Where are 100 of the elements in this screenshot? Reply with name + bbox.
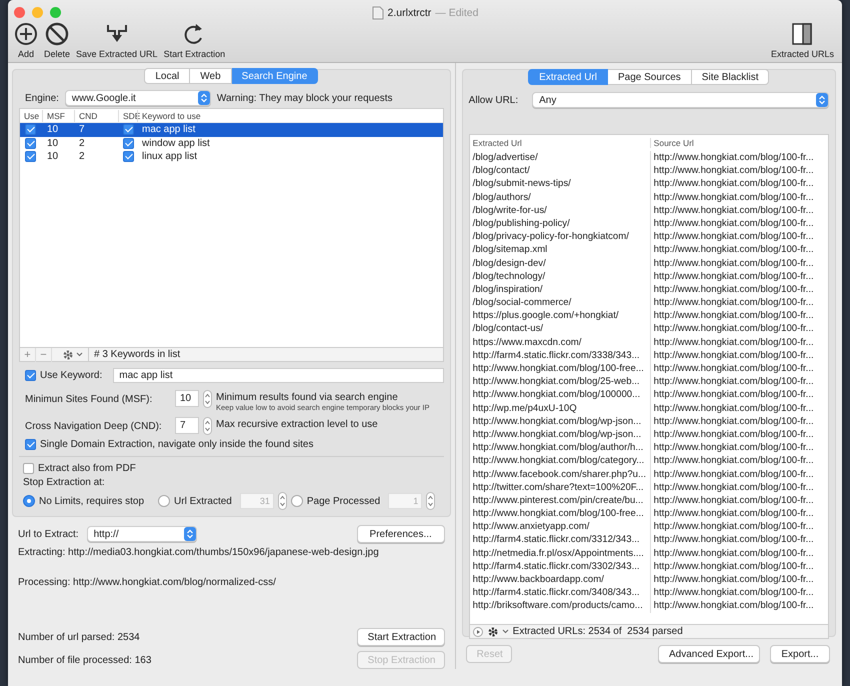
column-header[interactable]: Extracted Url [470, 138, 650, 148]
chevron-updown-icon [816, 93, 828, 107]
column-header[interactable]: Use [20, 110, 42, 122]
table-cell-text: /blog/inspiration/ [472, 282, 544, 296]
url-label: Url to Extract: [18, 528, 79, 540]
stepper-icon[interactable] [426, 492, 436, 510]
checkbox[interactable] [123, 151, 134, 162]
table-cell-text: 2 [79, 151, 86, 162]
engine-dropdown[interactable]: www.Google.it [64, 90, 211, 106]
play-icon[interactable] [472, 626, 483, 636]
table-cell-text: /blog/contact-us/ [472, 322, 544, 336]
results-count: Extracted URLs: 2534 of 2534 parsed [512, 626, 683, 637]
table-row[interactable]: 10 2 linux app list [20, 150, 443, 164]
checkbox[interactable] [123, 124, 134, 136]
table-cell: http://www.hongkiat.com/blog/100-fr... [650, 177, 828, 191]
table-cell-text: /blog/write-for-us/ [472, 204, 548, 217]
table-cell-text: http://www.anxietyapp.com/ [472, 520, 590, 534]
checkbox[interactable] [25, 124, 36, 136]
sidebar-icon [790, 22, 814, 46]
table-cell: http://www.hongkiat.com/blog/100-fr... [650, 190, 828, 204]
column-header[interactable]: CND [74, 110, 118, 122]
radio-option[interactable]: Url Extracted [158, 495, 232, 507]
tab[interactable]: Local [144, 68, 190, 84]
table-cell-text: http://www.pinterest.com/pin/create/bu... [472, 494, 644, 508]
table-cell-text: 2 [79, 138, 86, 149]
toolbar-button[interactable]: Add [12, 22, 40, 59]
toolbar-button[interactable]: Save Extracted URL [74, 22, 160, 59]
table-cell: http://www.hongkiat.com/blog/100-fr... [650, 599, 828, 613]
hint-text: Max recursive extraction level to use [216, 419, 378, 430]
table-cell-text: http://www.facebook.com/sharer.php?u... [472, 468, 647, 481]
gear-menu-button[interactable] [486, 626, 509, 638]
table-cell-text: /blog/technology/ [472, 270, 546, 283]
gear-icon [486, 626, 499, 638]
table-cell-text: http://www.hongkiat.com/blog/100000... [472, 388, 642, 402]
allow-url-label: Allow URL: [468, 94, 518, 106]
table-cell-text: http://twitter.com/share?text=100%20F... [472, 480, 645, 494]
keyword-field[interactable]: mac app list [113, 368, 444, 383]
table-cell-text: http://www.hongkiat.com/blog/author/h... [472, 441, 644, 454]
table-cell-text: http://www.hongkiat.com/blog/100-free... [472, 507, 645, 520]
table-cell: http://www.hongkiat.com/blog/100-fr... [650, 520, 828, 534]
checkbox[interactable] [25, 151, 36, 162]
table-cell-text: http://www.hongkiat.com/blog/category... [472, 454, 646, 468]
table-cell-text: 10 [47, 151, 60, 162]
preferences-button[interactable]: Preferences... [356, 525, 445, 543]
tab[interactable]: Site Blacklist [692, 69, 770, 85]
table-cell: http://www.hongkiat.com/blog/100-fr... [650, 164, 828, 178]
allow-url-dropdown[interactable]: Any [532, 92, 829, 108]
window-title: 2.urlxtrctr [388, 7, 432, 19]
table-cell-text: http://www.backboardapp.com/ [472, 573, 605, 586]
table-cell: http://www.hongkiat.com/blog/100-fr... [650, 296, 828, 310]
table-cell-text: mac app list [142, 124, 196, 136]
stepper-icon[interactable] [203, 390, 212, 408]
prohibited-icon [45, 22, 69, 46]
table-cell: http://www.hongkiat.com/blog/100-fr... [650, 414, 828, 428]
toolbar-button[interactable]: Start Extraction [162, 22, 228, 59]
table-cell-text: linux app list [142, 151, 198, 162]
toolbar-button[interactable]: Delete [42, 22, 72, 59]
url-dropdown[interactable]: http:// [86, 526, 197, 542]
pdf-checkbox[interactable]: Extract also from PDF [23, 463, 136, 474]
stepper-icon[interactable] [278, 492, 287, 510]
tab[interactable]: Web [190, 68, 232, 84]
table-cell-text: /blog/publishing-policy/ [472, 216, 571, 230]
table-cell-text: /blog/advertise/ [472, 151, 539, 164]
tab[interactable]: Page Sources [608, 69, 692, 85]
start-extraction-button[interactable]: Start Extraction [356, 628, 445, 646]
checkbox[interactable] [25, 138, 36, 149]
table-cell-text: /blog/social-commerce/ [472, 296, 572, 310]
processing-status: Processing: http://www.hongkiat.com/blog/normalized-css/ [18, 577, 277, 588]
table-cell: http://www.hongkiat.com/blog/100-fr... [650, 546, 828, 560]
table-cell: http://www.hongkiat.com/blog/100-fr... [650, 282, 828, 296]
table-cell-text: /blog/design-dev/ [472, 256, 547, 270]
radio-option[interactable]: No Limits, requires stop [23, 495, 144, 507]
document-icon [372, 6, 384, 20]
table-cell-text: /blog/submit-news-tips/ [472, 177, 572, 191]
table-cell-text: http://farm4.static.flickr.com/3302/343... [472, 560, 641, 573]
column-header[interactable]: Source Url [650, 138, 828, 148]
column-header[interactable]: MSF [42, 110, 74, 122]
parsed-count: Number of url parsed: 2534 [18, 632, 141, 642]
advanced-export-button[interactable]: Advanced Export... [658, 645, 760, 663]
single-domain-checkbox[interactable]: Single Domain Extraction, navigate only inside the found sites [25, 439, 314, 450]
table-row[interactable]: 10 7 mac app list [20, 123, 443, 136]
table-cell: http://www.hongkiat.com/blog/100-fr... [650, 441, 828, 454]
table-cell: http://www.hongkiat.com/blog/100-fr... [650, 322, 828, 336]
number-field[interactable]: 7 [175, 417, 199, 434]
export-button[interactable]: Export... [770, 645, 830, 663]
table-row[interactable]: 10 2 window app list [20, 136, 443, 150]
toolbar-button[interactable]: Extracted URLs [768, 22, 836, 59]
gear-icon [62, 348, 74, 360]
use-keyword-checkbox[interactable]: Use Keyword: [25, 370, 102, 381]
table-cell-text: http://farm4.static.flickr.com/3408/343... [472, 586, 641, 600]
number-field[interactable]: 10 [175, 390, 199, 407]
checkbox[interactable] [123, 138, 134, 149]
table-cell: http://www.hongkiat.com/blog/100-fr... [650, 454, 828, 468]
table-cell: http://www.hongkiat.com/blog/100-fr... [650, 468, 828, 481]
table-cell: http://www.hongkiat.com/blog/100-fr... [650, 402, 828, 415]
stepper-icon[interactable] [203, 417, 212, 435]
table-cell: http://www.hongkiat.com/blog/100-fr... [650, 533, 828, 547]
radio-option[interactable]: Page Processed [290, 495, 380, 507]
close-button[interactable] [14, 7, 25, 18]
table-cell: http://www.hongkiat.com/blog/100-fr... [650, 428, 828, 442]
